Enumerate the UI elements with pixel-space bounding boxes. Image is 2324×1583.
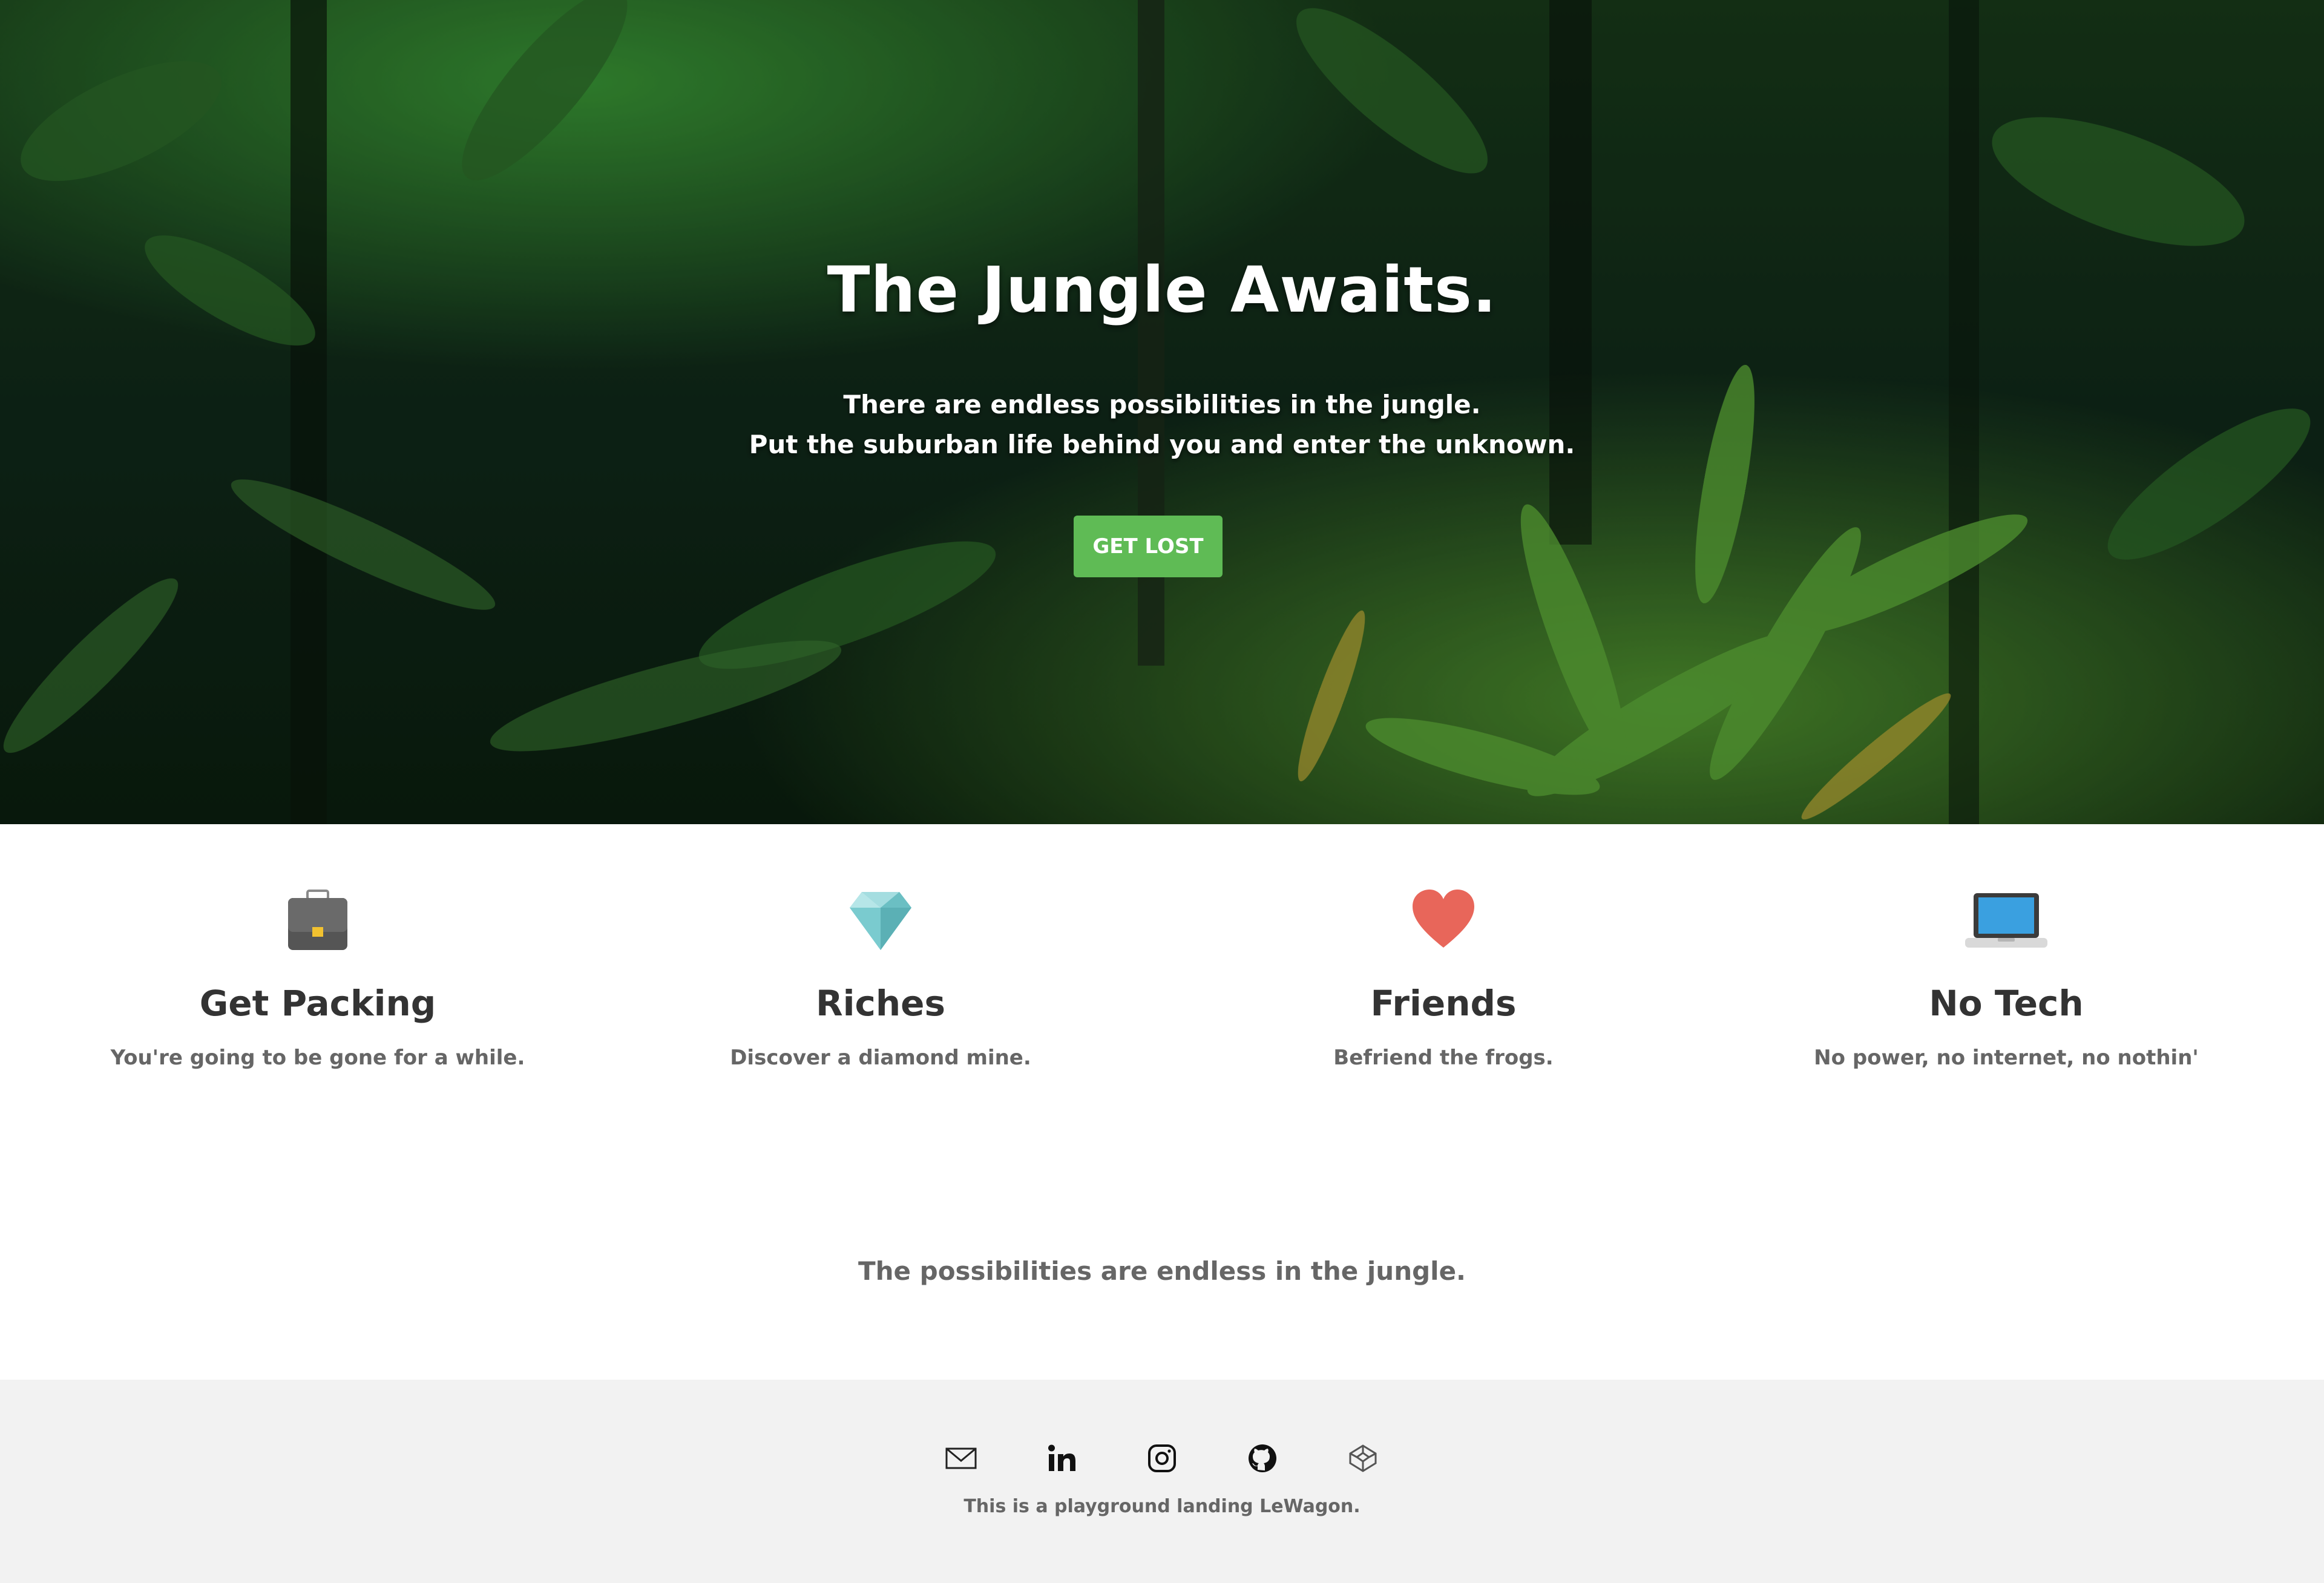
diamond-icon — [599, 887, 1162, 954]
feature-description: You're going to be gone for a while. — [110, 1046, 525, 1070]
tagline: The possibilities are endless in the jun… — [858, 1256, 1466, 1286]
briefcase-icon — [36, 887, 599, 954]
hero-title: The Jungle Awaits. — [827, 253, 1497, 327]
social-links — [0, 1440, 2324, 1476]
feature-title: No Tech — [1929, 983, 2084, 1024]
hero-banner: The Jungle Awaits. There are endless pos… — [0, 0, 2324, 824]
feature-description: Discover a diamond mine. — [730, 1046, 1031, 1070]
feature-description: No power, no internet, no nothin' — [1814, 1046, 2199, 1070]
laptop-icon — [1725, 887, 2288, 954]
linkedin-icon[interactable] — [1043, 1440, 1080, 1476]
heart-icon — [1162, 887, 1725, 954]
codepen-icon[interactable] — [1345, 1440, 1381, 1476]
hero-subtitle-line-2: Put the suburban life behind you and ent… — [749, 430, 1575, 459]
hero-content: The Jungle Awaits. There are endless pos… — [0, 0, 2324, 824]
github-icon[interactable] — [1244, 1440, 1281, 1476]
feature-title: Friends — [1370, 983, 1517, 1024]
feature-title: Riches — [815, 983, 946, 1024]
hero-subtitle-line-1: There are endless possibilities in the j… — [843, 390, 1481, 419]
footer-text: This is a playground landing LeWagon. — [963, 1496, 1361, 1517]
footer: This is a playground landing LeWagon. — [0, 1380, 2324, 1583]
feature-title: Get Packing — [199, 983, 436, 1024]
feature-description: Befriend the frogs. — [1333, 1046, 1554, 1070]
features-section: Get Packing You're going to be gone for … — [0, 824, 2324, 1163]
instagram-icon[interactable] — [1144, 1440, 1180, 1476]
mail-icon[interactable] — [943, 1440, 979, 1476]
get-lost-button[interactable]: GET LOST — [1074, 516, 1223, 577]
